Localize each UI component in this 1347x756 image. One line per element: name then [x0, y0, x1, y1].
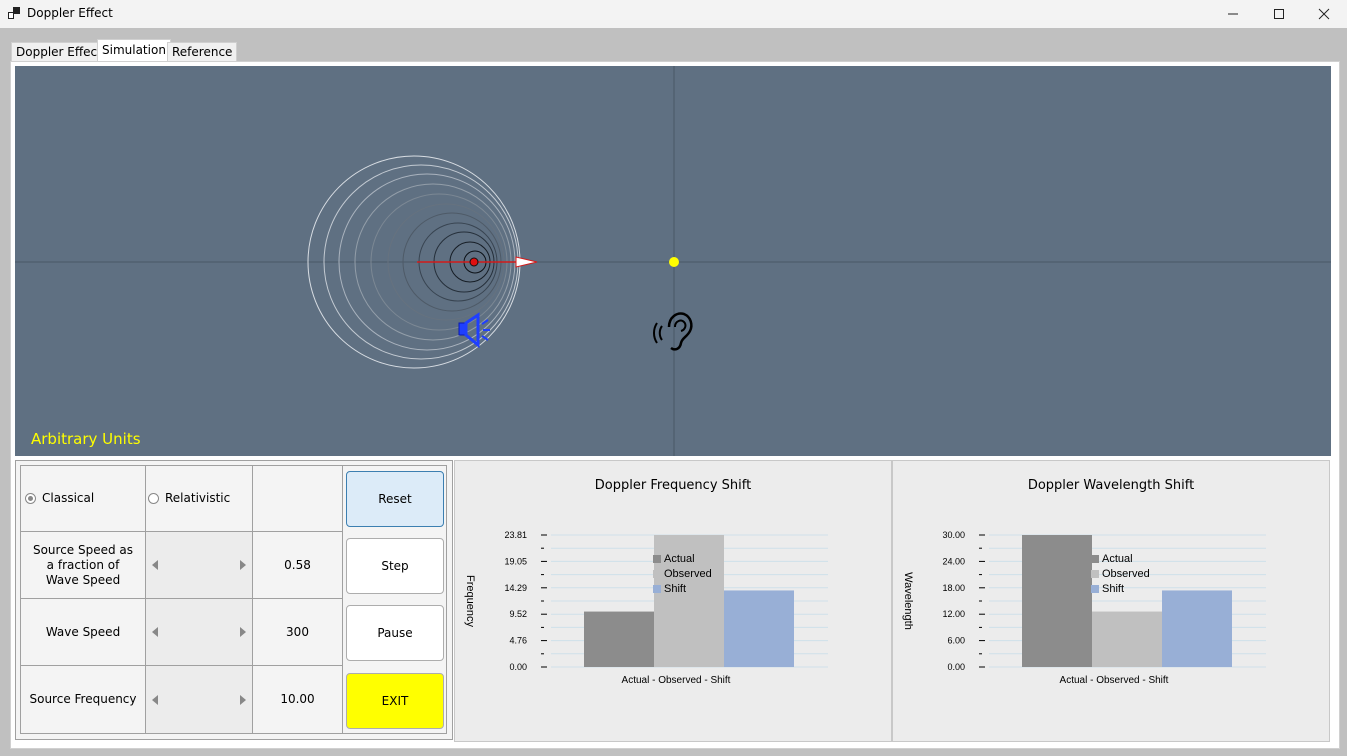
- velocity-arrowhead: [515, 256, 538, 268]
- exit-button[interactable]: EXIT: [346, 673, 444, 729]
- y-axis-label: Frequency: [464, 575, 476, 627]
- minimize-icon: [1228, 13, 1238, 15]
- scroll-right-arrow-icon[interactable]: [240, 627, 246, 637]
- wave-speed-label: Wave Speed: [20, 599, 146, 666]
- legend-label: Shift: [664, 583, 686, 595]
- y-axis-label: Wavelength: [902, 572, 914, 630]
- maximize-button[interactable]: [1256, 0, 1302, 28]
- source-speed-label: Source Speed as a fraction of Wave Speed: [20, 532, 146, 599]
- y-tick-label: 6.00: [947, 636, 965, 646]
- legend-label: Observed: [1102, 568, 1150, 580]
- pause-button[interactable]: Pause: [346, 605, 444, 661]
- step-button[interactable]: Step: [346, 538, 444, 594]
- source-frequency-label: Source Frequency: [20, 666, 146, 734]
- simulation-drawing: [15, 66, 1331, 456]
- relativistic-radio-dot[interactable]: [148, 493, 159, 504]
- classical-radio-dot[interactable]: [25, 493, 36, 504]
- scroll-left-arrow-icon[interactable]: [152, 627, 158, 637]
- tab-reference[interactable]: Reference: [167, 42, 238, 62]
- legend-swatch: [653, 570, 661, 578]
- legend-label: Actual: [664, 553, 695, 565]
- legend-swatch: [1091, 555, 1099, 563]
- wavelength-chart-panel: Doppler Wavelength Shift 0.00 6.00 12.00 18…: [892, 460, 1330, 742]
- frequency-chart: 0.00 4.76 9.52 14.29 19.05 23.81 Actual Observe…: [464, 530, 828, 686]
- legend-label: Observed: [664, 568, 712, 580]
- reset-button[interactable]: Reset: [346, 471, 444, 527]
- empty-cell: [253, 465, 343, 532]
- app-icon: [8, 7, 20, 19]
- legend-label: Actual: [1102, 553, 1133, 565]
- source-speed-scrollbar[interactable]: [146, 532, 253, 599]
- y-tick-label: 14.29: [504, 583, 527, 593]
- y-tick-label: 0.00: [509, 662, 527, 672]
- controls-table: Classical Relativistic Source Speed as a…: [15, 460, 453, 740]
- minimize-button[interactable]: [1210, 0, 1256, 28]
- tab-simulation[interactable]: Simulation: [97, 39, 171, 63]
- frequency-chart-panel: Doppler Frequency Shift 0.00 4.76 9.52 14.2…: [454, 460, 892, 742]
- legend-swatch: [653, 555, 661, 563]
- y-tick-label: 30.00: [942, 530, 965, 540]
- scroll-right-arrow-icon[interactable]: [240, 694, 246, 705]
- wavelength-chart: 0.00 6.00 12.00 18.00 24.00 30.00 Actual Observ…: [902, 530, 1266, 686]
- ear-icon: [653, 312, 693, 351]
- speaker-icon: [458, 312, 490, 348]
- source-frequency-scrollbar[interactable]: [146, 666, 253, 734]
- y-tick-label: 18.00: [942, 583, 965, 593]
- relativistic-radio-label: Relativistic: [165, 491, 231, 505]
- legend-swatch: [1091, 585, 1099, 593]
- y-tick-label: 23.81: [504, 530, 527, 540]
- bar-shift: [724, 590, 794, 667]
- bar-actual: [584, 611, 654, 667]
- maximize-icon: [1274, 9, 1284, 19]
- simulation-canvas: Arbitrary Units: [15, 66, 1331, 456]
- y-tick-label: 0.00: [947, 662, 965, 672]
- scroll-right-arrow-icon[interactable]: [240, 560, 246, 570]
- source-frequency-value: 10.00: [253, 666, 343, 734]
- wave-speed-value: 300: [253, 599, 343, 666]
- y-tick-label: 9.52: [509, 609, 527, 619]
- close-button[interactable]: [1301, 0, 1347, 28]
- scroll-left-arrow-icon[interactable]: [152, 560, 158, 570]
- source-point: [469, 257, 479, 267]
- x-axis-label: Actual - Observed - Shift: [622, 675, 731, 686]
- y-tick-label: 24.00: [942, 556, 965, 566]
- close-icon: [1318, 8, 1330, 20]
- classical-radio-label: Classical: [42, 491, 95, 505]
- window-title: Doppler Effect: [27, 6, 113, 20]
- source-speed-value: 0.58: [253, 532, 343, 599]
- bar-actual: [1022, 535, 1092, 667]
- y-tick-label: 4.76: [509, 636, 527, 646]
- relativistic-radio[interactable]: Relativistic: [146, 465, 253, 532]
- legend-swatch: [653, 585, 661, 593]
- legend-label: Shift: [1102, 583, 1124, 595]
- x-axis-label: Actual - Observed - Shift: [1060, 675, 1169, 686]
- title-bar: Doppler Effect: [0, 0, 1347, 28]
- tab-doppler-effect[interactable]: Doppler Effect: [11, 42, 107, 62]
- classical-radio[interactable]: Classical: [20, 465, 146, 532]
- units-label: Arbitrary Units: [31, 430, 141, 448]
- legend-swatch: [1091, 570, 1099, 578]
- scroll-left-arrow-icon[interactable]: [152, 694, 158, 705]
- y-tick-label: 12.00: [942, 609, 965, 619]
- bar-shift: [1162, 590, 1232, 667]
- wave-speed-scrollbar[interactable]: [146, 599, 253, 666]
- bar-observed: [1092, 611, 1162, 667]
- y-tick-label: 19.05: [504, 556, 527, 566]
- observer-point: [669, 257, 679, 267]
